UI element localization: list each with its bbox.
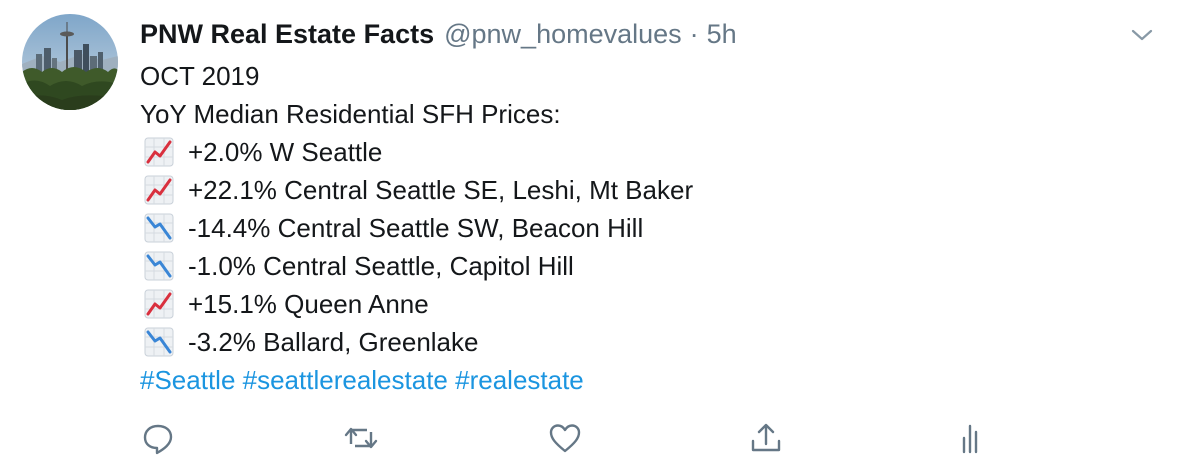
tweet-line: +15.1% Queen Anne bbox=[140, 285, 693, 323]
chart-decreasing-emoji-icon bbox=[144, 251, 174, 281]
timestamp[interactable]: 5h bbox=[707, 19, 737, 50]
tweet: PNW Real Estate Facts @pnw_homevalues · … bbox=[0, 0, 1182, 474]
tweet-line: YoY Median Residential SFH Prices: bbox=[140, 95, 693, 133]
avatar[interactable] bbox=[22, 14, 118, 110]
display-name[interactable]: PNW Real Estate Facts bbox=[140, 19, 434, 50]
seattle-skyline-avatar-icon bbox=[22, 14, 118, 110]
tweet-line-text: -1.0% Central Seattle, Capitol Hill bbox=[188, 251, 574, 281]
chart-increasing-emoji-icon bbox=[144, 289, 174, 319]
like-icon[interactable] bbox=[545, 418, 585, 458]
tweet-action-bar bbox=[0, 418, 1182, 458]
tweet-line-text: +22.1% Central Seattle SE, Leshi, Mt Bak… bbox=[188, 175, 694, 205]
tweet-line-text: +2.0% W Seattle bbox=[188, 137, 383, 167]
tweet-line: OCT 2019 bbox=[140, 57, 693, 95]
tweet-line-text: -3.2% Ballard, Greenlake bbox=[188, 327, 479, 357]
reply-icon[interactable] bbox=[138, 418, 178, 458]
share-icon[interactable] bbox=[746, 418, 786, 458]
separator-dot: · bbox=[689, 18, 699, 49]
hashtag-line: #Seattle #seattlerealestate #realestate bbox=[140, 361, 693, 399]
tweet-line: +22.1% Central Seattle SE, Leshi, Mt Bak… bbox=[140, 171, 693, 209]
tweet-line: +2.0% W Seattle bbox=[140, 133, 693, 171]
tweet-line: -1.0% Central Seattle, Capitol Hill bbox=[140, 247, 693, 285]
chart-increasing-emoji-icon bbox=[144, 137, 174, 167]
analytics-icon[interactable] bbox=[950, 418, 990, 458]
tweet-line-text: +15.1% Queen Anne bbox=[188, 289, 429, 319]
chevron-down-icon[interactable] bbox=[1128, 24, 1156, 46]
user-handle[interactable]: @pnw_homevalues bbox=[444, 19, 682, 50]
hashtag-link[interactable]: #seattlerealestate bbox=[243, 361, 448, 399]
hashtag-link[interactable]: #realestate bbox=[455, 361, 584, 399]
chart-decreasing-emoji-icon bbox=[144, 327, 174, 357]
tweet-line-text: YoY Median Residential SFH Prices: bbox=[140, 99, 561, 129]
tweet-line-text: -14.4% Central Seattle SW, Beacon Hill bbox=[188, 213, 644, 243]
chart-increasing-emoji-icon bbox=[144, 175, 174, 205]
tweet-line: -3.2% Ballard, Greenlake bbox=[140, 323, 693, 361]
tweet-text: OCT 2019 YoY Median Residential SFH Pric… bbox=[140, 57, 693, 399]
tweet-header: PNW Real Estate Facts @pnw_homevalues · … bbox=[140, 15, 737, 53]
chart-decreasing-emoji-icon bbox=[144, 213, 174, 243]
tweet-line: -14.4% Central Seattle SW, Beacon Hill bbox=[140, 209, 693, 247]
hashtag-link[interactable]: #Seattle bbox=[140, 361, 235, 399]
tweet-line-text: OCT 2019 bbox=[140, 61, 260, 91]
retweet-icon[interactable] bbox=[341, 418, 381, 458]
